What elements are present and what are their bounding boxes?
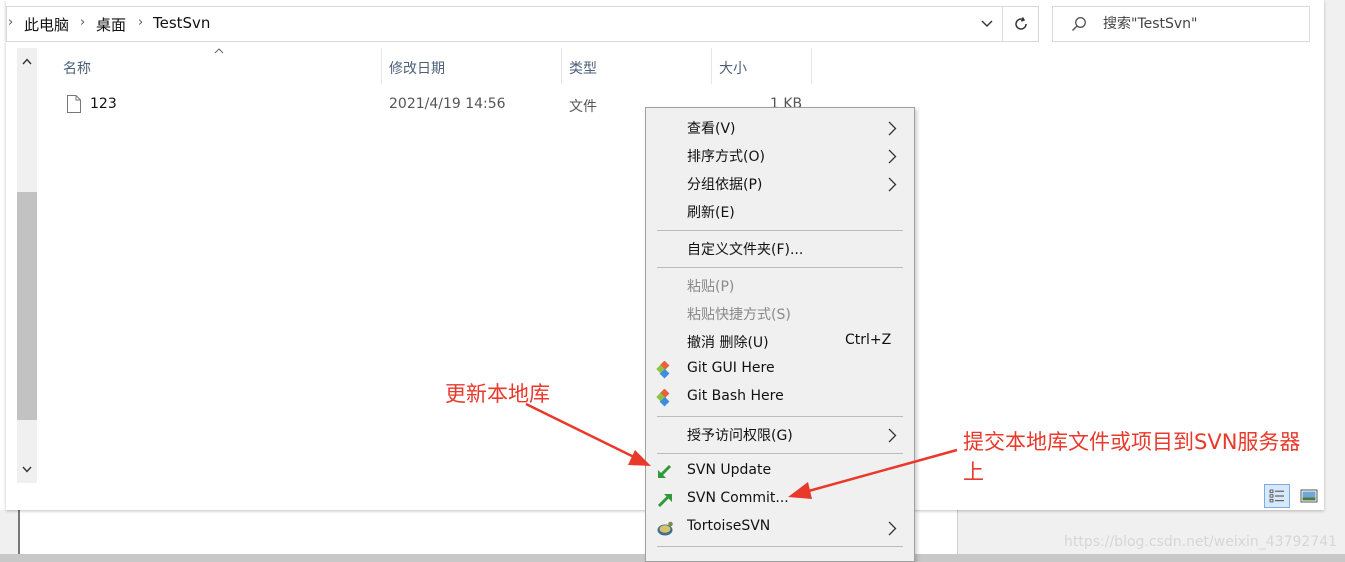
update-annotation: 更新本地库 [445,382,550,406]
commit-annotation-line1: 提交本地库文件或项目到SVN服务器 [963,430,1301,454]
commit-annotation-line2: 上 [963,460,984,484]
watermark: https://blog.csdn.net/weixin_43792741 [1064,534,1338,550]
update-arrow [525,402,651,466]
annotation-arrows [525,402,958,499]
commit-arrow [788,448,958,499]
